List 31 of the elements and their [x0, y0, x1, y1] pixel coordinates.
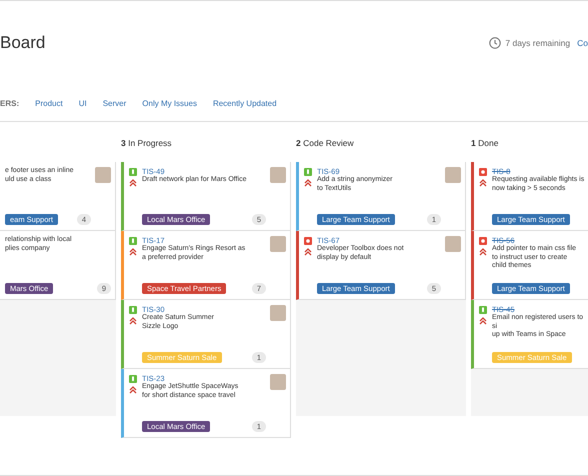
column-header: 1 Done: [471, 138, 498, 148]
quick-filter-link[interactable]: Server: [102, 98, 126, 108]
quick-filter-link[interactable]: UI: [78, 98, 87, 108]
header-link[interactable]: Co: [577, 38, 588, 48]
filters-label: ERS:: [0, 98, 20, 108]
story-icon: [129, 375, 137, 383]
priority-icon: [129, 248, 137, 256]
priority-icon: [479, 179, 487, 187]
board-title: Board: [0, 33, 46, 53]
quick-filter-link[interactable]: Only My Issues: [142, 98, 197, 108]
priority-icon: [479, 248, 487, 256]
bug-icon: [304, 237, 312, 245]
priority-icon: [304, 179, 312, 187]
clock-icon: [489, 37, 502, 49]
quick-filter-link[interactable]: Recently Updated: [212, 98, 277, 108]
priority-icon: [129, 386, 137, 394]
priority-icon: [129, 317, 137, 325]
bug-icon: [479, 168, 487, 176]
story-icon: [479, 306, 487, 314]
story-icon: [129, 168, 137, 176]
column-header: 3 In Progress: [121, 138, 172, 148]
story-icon: [129, 306, 137, 314]
story-icon: [304, 168, 312, 176]
bug-icon: [479, 237, 487, 245]
days-remaining-text: 7 days remaining: [505, 38, 570, 48]
priority-icon: [479, 317, 487, 325]
column-header: 2 Code Review: [296, 138, 354, 148]
quick-filter-link[interactable]: Product: [35, 98, 63, 108]
priority-icon: [304, 248, 312, 256]
story-icon: [129, 237, 137, 245]
priority-icon: [129, 179, 137, 187]
